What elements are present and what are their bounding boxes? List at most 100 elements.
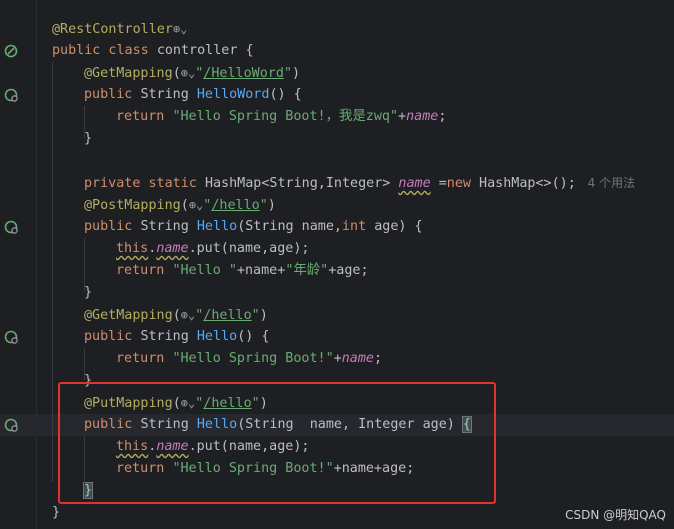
code-line[interactable]: } (0, 282, 674, 304)
code-token: name (341, 351, 374, 366)
code-token: " (283, 66, 292, 81)
indent-guide (52, 62, 53, 482)
code-token: } (52, 505, 61, 520)
code-token: String (140, 87, 197, 102)
code-token: controller { (156, 43, 254, 58)
code-token: public (84, 87, 141, 102)
code-token: (String name, (237, 219, 342, 234)
code-line[interactable]: @RestController⊕⌄ (0, 18, 674, 40)
code-token: } (84, 285, 93, 300)
code-token: new (446, 176, 480, 191)
globe-icon[interactable]: ⊕⌄ (173, 22, 187, 36)
code-text: this.name.put(name,age); (116, 238, 310, 260)
code-token: ) (291, 66, 301, 81)
code-text: } (84, 282, 92, 304)
indent-guide (84, 106, 85, 138)
code-token: () { (269, 87, 302, 102)
code-line[interactable]: @PostMapping(⊕⌄"/hello") (0, 194, 674, 216)
code-token: + (333, 351, 342, 366)
code-token: + (398, 109, 407, 124)
code-token: @GetMapping (84, 308, 173, 323)
code-token: HelloWord (196, 87, 270, 102)
code-token: age) { (374, 219, 423, 234)
code-line[interactable]: public String HelloWord() { (0, 84, 674, 106)
code-token: ) (267, 198, 276, 213)
indent-guide (84, 238, 85, 292)
watermark: CSDN @明知QAQ (565, 508, 666, 522)
code-token: public class (52, 43, 157, 58)
code-token: /HelloWord (203, 66, 284, 81)
code-token: ; (374, 351, 383, 366)
endpoint-icon[interactable] (4, 88, 18, 102)
code-token: String (140, 329, 197, 344)
code-text: } (84, 128, 92, 150)
code-token: HashMap<>(); (479, 176, 584, 191)
code-line[interactable]: } (0, 128, 674, 150)
code-token: } (84, 131, 93, 146)
code-text: return "Hello "+name+"年龄"+age; (116, 260, 369, 282)
code-line[interactable]: public class controller { (0, 40, 674, 62)
code-token: HashMap<String,Integer> (204, 176, 399, 191)
code-token: = (430, 176, 447, 191)
bean-icon[interactable] (4, 44, 18, 58)
code-token: public (84, 219, 141, 234)
code-line[interactable]: @GetMapping(⊕⌄"/HelloWord") (0, 62, 674, 84)
code-token: @PostMapping (84, 198, 181, 213)
indent-guide (84, 436, 85, 490)
code-text: private static HashMap<String,Integer> n… (84, 172, 635, 195)
code-token: " (251, 308, 260, 323)
code-text: @GetMapping(⊕⌄"/HelloWord") (84, 62, 300, 85)
code-line[interactable]: private static HashMap<String,Integer> n… (0, 172, 674, 194)
code-token: ( (180, 198, 189, 213)
code-token: ( (172, 308, 181, 323)
code-text: return "Hello Spring Boot!"+name; (116, 348, 382, 370)
code-line[interactable]: this.name.put(name,age); (0, 238, 674, 260)
code-text: public String Hello() { (84, 326, 269, 348)
code-token: ; (438, 109, 447, 124)
code-token: () { (237, 329, 270, 344)
code-token: "Hello Spring Boot!" (172, 351, 334, 366)
usages-hint[interactable]: 4 个用法 (584, 176, 635, 190)
code-text: @GetMapping(⊕⌄"/hello") (84, 304, 268, 327)
code-line[interactable] (0, 150, 674, 172)
code-line[interactable]: public String Hello() { (0, 326, 674, 348)
highlight-box (58, 382, 496, 504)
endpoint-icon[interactable] (4, 418, 18, 432)
globe-icon[interactable]: ⊕⌄ (181, 66, 195, 80)
code-token: Hello (196, 329, 238, 344)
code-token: return (116, 109, 173, 124)
code-text: public class controller { (52, 40, 254, 62)
code-token: "Hello Spring Boot!，我是zwq" (172, 109, 399, 124)
code-text: public String HelloWord() { (84, 84, 302, 106)
indent-guide (84, 348, 85, 380)
code-token: private static (84, 176, 205, 191)
code-token: name (398, 176, 431, 191)
code-token: ) (259, 308, 268, 323)
code-token: "Hello " (172, 263, 237, 278)
code-token: .put(name,age); (188, 241, 310, 256)
code-token: return (116, 263, 173, 278)
globe-icon[interactable]: ⊕⌄ (189, 198, 203, 212)
code-line[interactable]: @GetMapping(⊕⌄"/hello") (0, 304, 674, 326)
code-token: +age; (328, 263, 369, 278)
code-line[interactable]: return "Hello Spring Boot!"+name; (0, 348, 674, 370)
code-token: this (116, 241, 149, 256)
code-token: @GetMapping (84, 66, 173, 81)
code-token: int (342, 219, 375, 234)
code-line[interactable]: return "Hello Spring Boot!，我是zwq"+name; (0, 106, 674, 128)
code-line[interactable]: return "Hello "+name+"年龄"+age; (0, 260, 674, 282)
endpoint-icon[interactable] (4, 220, 18, 234)
code-line[interactable]: public String Hello(String name,int age)… (0, 216, 674, 238)
code-token: +name+ (236, 263, 286, 278)
endpoint-icon[interactable] (4, 330, 18, 344)
code-token: @RestController (52, 22, 173, 37)
code-token: ( (172, 66, 181, 81)
code-token: public (84, 329, 141, 344)
code-token: name (156, 241, 189, 256)
code-text: public String Hello(String name,int age)… (84, 216, 423, 238)
code-token: name (406, 109, 439, 124)
globe-icon[interactable]: ⊕⌄ (181, 308, 195, 322)
code-token: return (116, 351, 173, 366)
code-token: /hello (203, 308, 252, 323)
code-token: /hello (211, 198, 260, 213)
